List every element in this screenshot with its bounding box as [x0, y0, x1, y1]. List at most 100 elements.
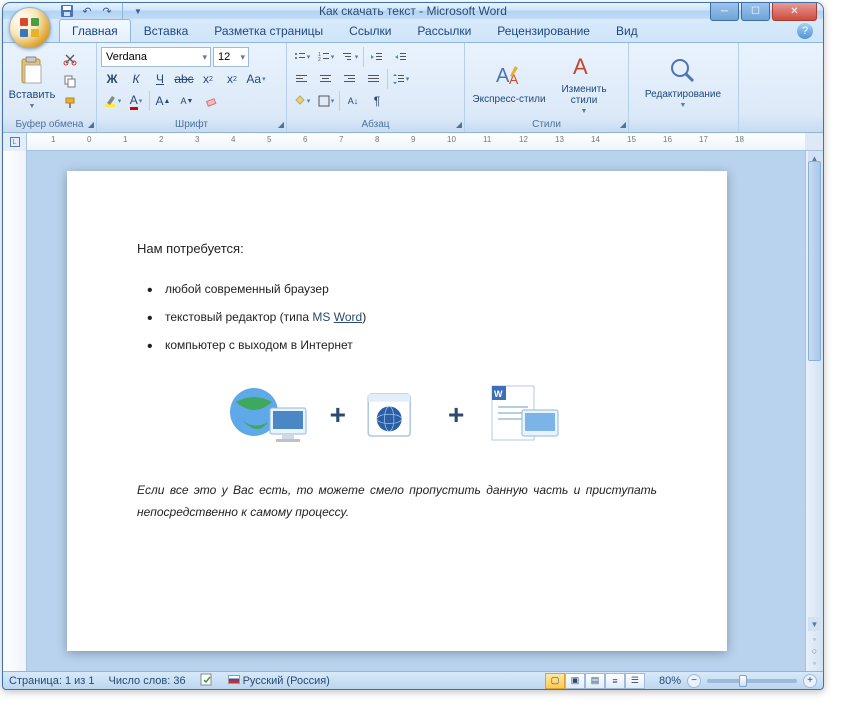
zoom-control: 80% − + [659, 674, 817, 688]
shading-button[interactable] [291, 91, 313, 111]
image-row: + + W [137, 380, 657, 450]
quick-access-toolbar: ↶ ↷ ▼ [59, 3, 146, 19]
highlight-button[interactable] [101, 91, 123, 111]
tab-review[interactable]: Рецензирование [484, 19, 603, 42]
highlight-icon [103, 94, 117, 108]
styles-dialog-launcher[interactable]: ◢ [620, 120, 626, 129]
grow-font-button[interactable]: A▲ [152, 91, 174, 111]
redo-icon[interactable]: ↷ [99, 3, 115, 19]
align-right-button[interactable] [339, 69, 361, 89]
scroll-thumb[interactable] [808, 161, 821, 361]
font-name-combo[interactable]: Verdana [101, 47, 211, 67]
vertical-scrollbar[interactable]: ▲ ▼ ◦ ○ ◦ [805, 151, 823, 671]
zoom-in-button[interactable]: + [803, 674, 817, 688]
status-words[interactable]: Число слов: 36 [109, 675, 186, 687]
ribbon: Вставить ▼ Буфер обмена◢ Verdana 12 [3, 43, 823, 133]
change-case-button[interactable]: Aa [245, 69, 267, 89]
tab-references[interactable]: Ссылки [336, 19, 404, 42]
align-left-button[interactable] [291, 69, 313, 89]
list-item: текстовый редактор (типа MS Word) [165, 310, 657, 324]
draft-view-button[interactable]: ☰ [625, 673, 645, 689]
align-left-icon [296, 73, 308, 85]
office-logo-icon [18, 16, 42, 40]
status-page[interactable]: Страница: 1 из 1 [9, 675, 95, 687]
bullets-button[interactable] [291, 47, 313, 67]
svg-text:W: W [494, 389, 503, 399]
undo-icon[interactable]: ↶ [79, 3, 95, 19]
font-dialog-launcher[interactable]: ◢ [278, 120, 284, 129]
clear-formatting-button[interactable] [200, 91, 222, 111]
numbering-button[interactable]: 12 [315, 47, 337, 67]
italic-button[interactable]: К [125, 69, 147, 89]
show-marks-button[interactable]: ¶ [366, 91, 388, 111]
line-spacing-button[interactable] [390, 69, 412, 89]
multilevel-button[interactable] [339, 47, 361, 67]
clipboard-dialog-launcher[interactable]: ◢ [88, 120, 94, 129]
horizontal-ruler[interactable]: 3210123456789101112131415161718 [27, 133, 805, 150]
copy-icon [63, 74, 77, 88]
shading-icon [294, 95, 306, 107]
outline-view-button[interactable]: ≡ [605, 673, 625, 689]
office-button[interactable] [9, 7, 51, 49]
quick-styles-icon: A A [493, 60, 525, 92]
shrink-font-button[interactable]: A▼ [176, 91, 198, 111]
document-viewport[interactable]: Нам потребуется: любой современный брауз… [27, 151, 805, 671]
zoom-out-button[interactable]: − [687, 674, 701, 688]
qat-customize-icon[interactable]: ▼ [130, 3, 146, 19]
numbering-icon: 12 [318, 51, 330, 63]
subscript-button[interactable]: x2 [197, 69, 219, 89]
tab-home[interactable]: Главная [59, 19, 131, 42]
copy-button[interactable] [59, 71, 81, 91]
zoom-level[interactable]: 80% [659, 675, 681, 687]
ribbon-tabs: Главная Вставка Разметка страницы Ссылки… [3, 19, 823, 43]
web-layout-view-button[interactable]: ▤ [585, 673, 605, 689]
maximize-button[interactable]: ☐ [741, 3, 770, 21]
prev-page-button[interactable]: ◦ [806, 633, 823, 645]
window-title: Как скачать текст - Microsoft Word [319, 4, 507, 18]
zoom-slider[interactable] [707, 679, 797, 683]
paste-button[interactable]: Вставить ▼ [7, 47, 57, 117]
scroll-down-button[interactable]: ▼ [808, 617, 821, 631]
editing-button[interactable]: Редактирование ▼ [633, 47, 733, 117]
horizontal-ruler-row: L 3210123456789101112131415161718 [3, 133, 823, 151]
justify-button[interactable] [363, 69, 385, 89]
font-color-button[interactable]: A [125, 91, 147, 111]
print-layout-view-button[interactable]: ▢ [545, 673, 565, 689]
help-button[interactable]: ? [797, 23, 813, 39]
bullets-icon [294, 51, 306, 63]
tab-view[interactable]: Вид [603, 19, 651, 42]
cut-button[interactable] [59, 49, 81, 69]
paragraph-dialog-launcher[interactable]: ◢ [456, 120, 462, 129]
close-button[interactable]: ✕ [772, 3, 817, 21]
align-center-button[interactable] [315, 69, 337, 89]
ruler-corner[interactable]: L [3, 133, 27, 151]
minimize-button[interactable]: ─ [710, 3, 739, 21]
decrease-indent-button[interactable] [366, 47, 388, 67]
workspace: L 3210123456789101112131415161718 Нам по… [3, 133, 823, 671]
strikethrough-button[interactable]: abc [173, 69, 195, 89]
tab-page-layout[interactable]: Разметка страницы [201, 19, 336, 42]
globe-monitor-icon [224, 380, 314, 450]
tab-mailings[interactable]: Рассылки [404, 19, 484, 42]
change-styles-button[interactable]: A Изменить стили ▼ [551, 47, 617, 117]
browse-object-button[interactable]: ○ [806, 645, 823, 657]
status-proofing-icon[interactable] [200, 672, 214, 689]
save-icon[interactable] [59, 3, 75, 19]
superscript-button[interactable]: x2 [221, 69, 243, 89]
borders-button[interactable] [315, 91, 337, 111]
full-screen-view-button[interactable]: ▣ [565, 673, 585, 689]
sort-button[interactable]: А↓ [342, 91, 364, 111]
format-painter-button[interactable] [59, 93, 81, 113]
increase-indent-button[interactable] [390, 47, 412, 67]
font-size-combo[interactable]: 12 [213, 47, 249, 67]
next-page-button[interactable]: ◦ [806, 657, 823, 669]
group-font: Verdana 12 Ж К Ч abc x2 x2 Aa A [97, 43, 287, 132]
tab-insert[interactable]: Вставка [131, 19, 202, 42]
quick-styles-button[interactable]: A A Экспресс-стили [469, 47, 549, 117]
bold-button[interactable]: Ж [101, 69, 123, 89]
status-language[interactable]: Русский (Россия) [228, 675, 330, 687]
align-center-icon [320, 73, 332, 85]
underline-button[interactable]: Ч [149, 69, 171, 89]
vertical-ruler[interactable] [3, 151, 27, 671]
zoom-slider-knob[interactable] [739, 675, 747, 687]
